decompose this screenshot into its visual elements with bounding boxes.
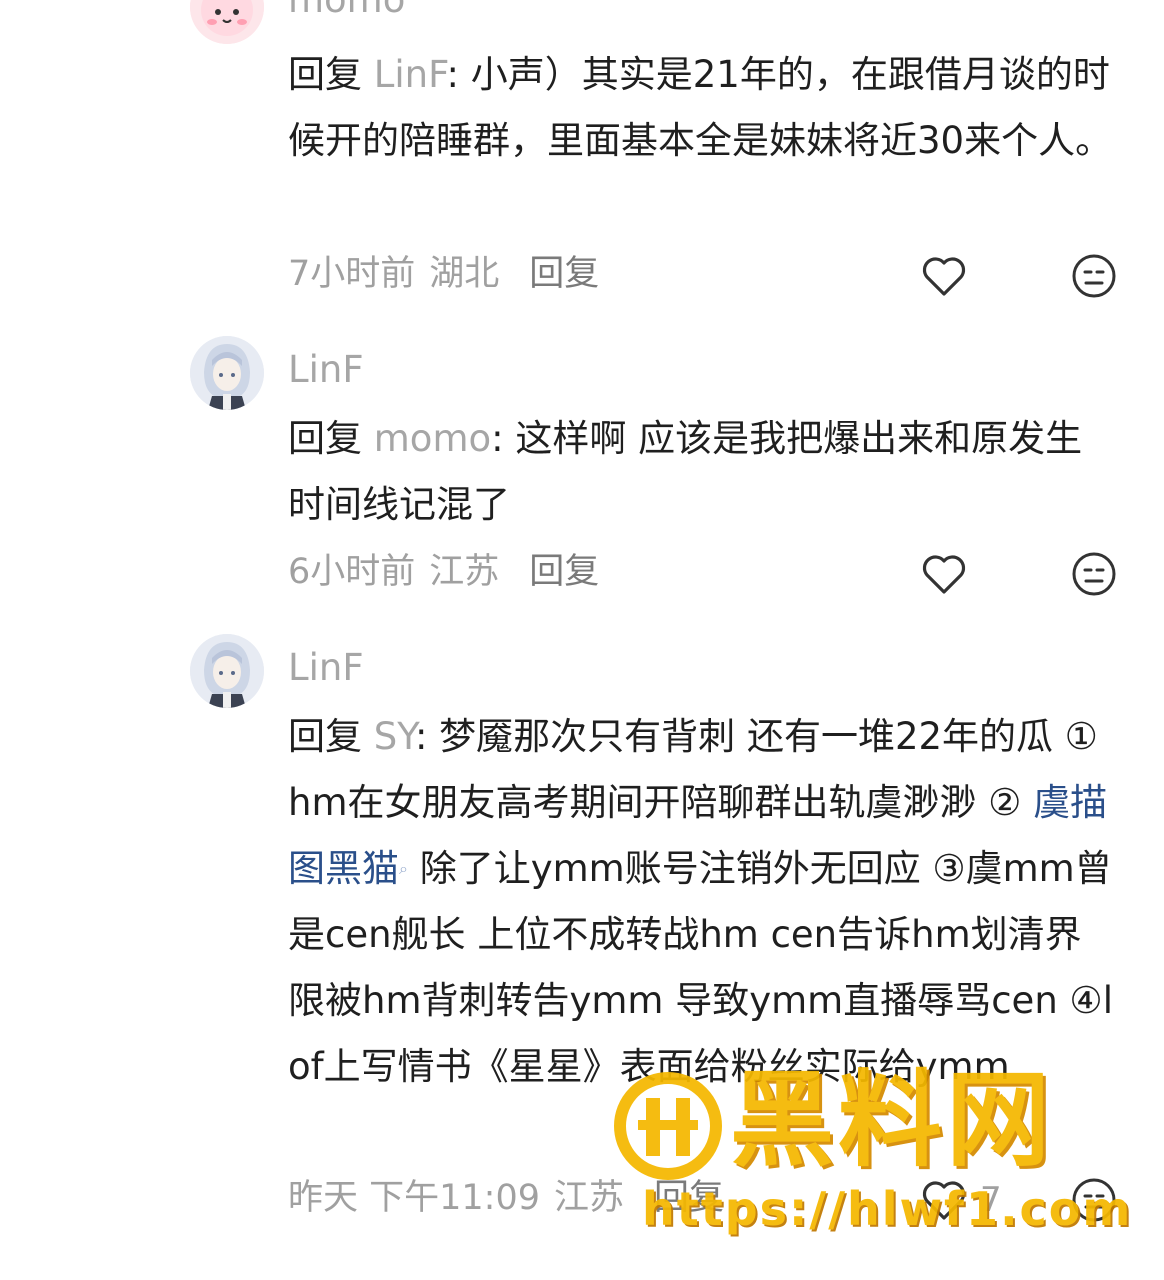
reply-prefix: 回复 [288,417,374,460]
neutral-face-icon[interactable] [1068,1174,1120,1226]
comment-text: 回复 LinF: 小声）其实是21年的，在跟借月谈的时候开的陪睡群，里面基本全是… [288,42,1118,174]
mention-username[interactable]: SY [374,715,415,758]
comment-username[interactable]: LinF [288,348,364,392]
comment-location: 江苏 [429,552,500,592]
heart-outline-icon[interactable] [918,548,970,600]
heart-outline-icon[interactable] [918,1174,970,1226]
comment-text: 回复 momo: 这样啊 应该是我把爆出来和原发生时间线记混了 [288,406,1118,538]
reply-button[interactable]: 回复 [529,254,599,294]
comment-meta: 昨天 下午11:09 江苏 回复 [288,1176,724,1220]
reply-prefix: 回复 [288,53,374,96]
mention-username[interactable]: LinF [374,53,447,96]
comment-location: 湖北 [429,254,500,294]
comment-meta: 7小时前 湖北 回复 [288,252,599,296]
comment-body: 除了让ymm账号注销外无回应 ③虞mm曾是cen舰长 上位不成转战hm cen告… [288,847,1113,1088]
neutral-face-icon[interactable] [1068,250,1120,302]
avatar[interactable] [190,336,264,410]
anime-character-avatar-icon [190,634,264,708]
search-icon[interactable]: ⌕ [399,859,408,878]
heart-outline-icon[interactable] [918,250,970,302]
comment-username[interactable]: momo [288,0,405,22]
comment-time: 7小时前 [288,254,416,294]
mention-username[interactable]: momo [374,417,491,460]
avatar[interactable] [190,0,264,44]
comment-time: 6小时前 [288,552,416,592]
reply-prefix: 回复 [288,715,374,758]
avatar[interactable] [190,634,264,708]
comment-time: 昨天 下午11:09 [288,1178,540,1218]
reply-button[interactable]: 回复 [529,552,599,592]
neutral-face-icon[interactable] [1068,548,1120,600]
like-count: 7 [980,1180,1002,1220]
comment-location: 江苏 [554,1178,625,1218]
comment-text: 回复 SY: 梦魇那次只有背刺 还有一堆22年的瓜 ①hm在女朋友高考期间开陪聊… [288,704,1118,1100]
reply-button[interactable]: 回复 [654,1178,724,1218]
anime-character-avatar-icon [190,336,264,410]
pink-bunny-avatar-icon [190,0,264,44]
comment-username[interactable]: LinF [288,646,364,690]
comment-meta: 6小时前 江苏 回复 [288,550,599,594]
